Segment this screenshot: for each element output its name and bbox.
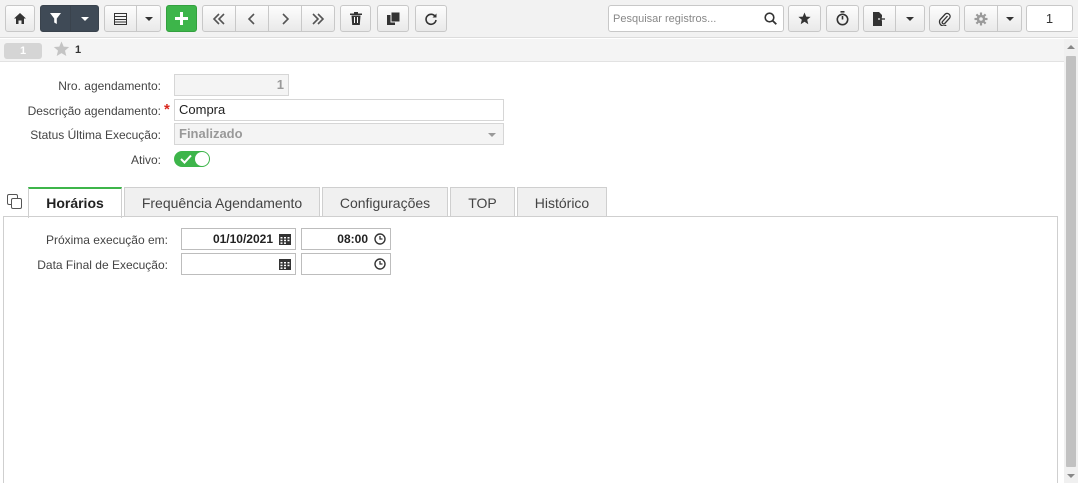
- proxima-execucao-label: Próxima execução em:: [45, 233, 168, 247]
- tab-historico[interactable]: Histórico: [517, 187, 607, 217]
- export-button[interactable]: [863, 5, 896, 32]
- calendar-icon[interactable]: [279, 233, 291, 245]
- filter-icon: [50, 13, 61, 24]
- plus-icon: [175, 12, 188, 25]
- tab-horarios[interactable]: Horários: [28, 187, 122, 218]
- next-record-button[interactable]: [268, 5, 302, 32]
- copy-tabs-icon[interactable]: [7, 194, 22, 209]
- status-execucao-value: Finalizado: [179, 126, 243, 141]
- grid-view-button[interactable]: [104, 5, 137, 32]
- required-marker: *: [164, 101, 170, 118]
- chevron-right-icon: [282, 12, 290, 25]
- stopwatch-icon: [836, 11, 849, 26]
- record-bar: 1 1: [0, 39, 1064, 62]
- proxima-execucao-date-input[interactable]: 01/10/2021: [181, 228, 296, 250]
- home-button[interactable]: [5, 5, 35, 32]
- previous-record-button[interactable]: [235, 5, 269, 32]
- trash-icon: [349, 12, 362, 25]
- data-final-time-input[interactable]: [301, 253, 391, 275]
- descricao-agendamento-label: Descrição agendamento:: [27, 104, 161, 118]
- search-icon[interactable]: [764, 12, 777, 25]
- scroll-down-icon[interactable]: [1067, 474, 1075, 478]
- tab-panel-horarios: Próxima execução em: 01/10/2021 08:00 Da…: [3, 216, 1058, 483]
- search-box: [608, 5, 784, 32]
- last-record-button[interactable]: [301, 5, 335, 32]
- delete-button[interactable]: [340, 5, 371, 32]
- calendar-icon[interactable]: [279, 258, 291, 270]
- filter-button[interactable]: [40, 5, 71, 32]
- first-record-button[interactable]: [202, 5, 236, 32]
- duplicate-button[interactable]: [377, 5, 409, 32]
- ativo-toggle[interactable]: [174, 151, 210, 167]
- star-icon: [798, 12, 811, 25]
- home-icon: [14, 13, 26, 24]
- descricao-agendamento-input[interactable]: Compra: [174, 99, 504, 121]
- export-dropdown-button[interactable]: [895, 5, 925, 32]
- gear-icon: [974, 12, 988, 25]
- toolbar: 1: [0, 0, 1078, 38]
- filter-dropdown-button[interactable]: [70, 5, 99, 32]
- chevron-left-icon: [247, 12, 255, 25]
- chevron-down-icon: [1005, 16, 1014, 21]
- chevron-down-icon: [80, 16, 89, 21]
- double-chevron-right-icon: [312, 12, 325, 25]
- search-input[interactable]: [609, 6, 759, 31]
- file-export-icon: [873, 11, 886, 26]
- record-number: 1: [75, 44, 82, 56]
- clock-icon[interactable]: [374, 258, 386, 270]
- data-final-execucao-label: Data Final de Execução:: [37, 258, 168, 272]
- tab-frequencia-agendamento[interactable]: Frequência Agendamento: [124, 187, 320, 217]
- toggle-knob: [195, 152, 209, 166]
- check-icon: [180, 154, 192, 164]
- clock-icon[interactable]: [374, 233, 386, 245]
- grid-icon: [114, 12, 127, 25]
- status-execucao-select: Finalizado: [174, 123, 504, 145]
- scroll-up-icon[interactable]: [1067, 45, 1075, 49]
- settings-button[interactable]: [964, 5, 998, 32]
- proxima-execucao-time-value: 08:00: [337, 232, 368, 246]
- chevron-down-icon: [144, 16, 153, 21]
- tab-configuracoes[interactable]: Configurações: [322, 187, 448, 217]
- proxima-execucao-time-input[interactable]: 08:00: [301, 228, 391, 250]
- proxima-execucao-date-value: 01/10/2021: [212, 232, 273, 246]
- attachment-button[interactable]: [929, 5, 960, 32]
- add-button[interactable]: [166, 5, 197, 32]
- scrollbar-thumb[interactable]: [1066, 56, 1076, 467]
- vertical-scrollbar[interactable]: [1064, 39, 1078, 483]
- record-count-badge: 1: [4, 43, 42, 59]
- settings-dropdown-button[interactable]: [997, 5, 1022, 32]
- chevron-down-icon: [488, 133, 496, 137]
- refresh-icon: [425, 12, 437, 25]
- grid-view-dropdown-button[interactable]: [136, 5, 161, 32]
- timer-button[interactable]: [826, 5, 859, 32]
- chevron-down-icon: [906, 16, 914, 21]
- favorite-button[interactable]: [788, 5, 821, 32]
- refresh-button[interactable]: [415, 5, 447, 32]
- nro-agendamento-field: 1: [174, 74, 289, 96]
- star-icon[interactable]: [53, 41, 70, 57]
- copy-icon: [386, 12, 400, 25]
- status-execucao-label: Status Última Execução:: [30, 128, 161, 142]
- data-final-date-input[interactable]: [181, 253, 296, 275]
- tab-top[interactable]: TOP: [450, 187, 515, 217]
- page-number-field[interactable]: 1: [1026, 5, 1073, 32]
- paperclip-icon: [938, 12, 951, 26]
- ativo-label: Ativo:: [130, 153, 161, 167]
- double-chevron-left-icon: [212, 12, 225, 25]
- nro-agendamento-label: Nro. agendamento:: [58, 79, 161, 93]
